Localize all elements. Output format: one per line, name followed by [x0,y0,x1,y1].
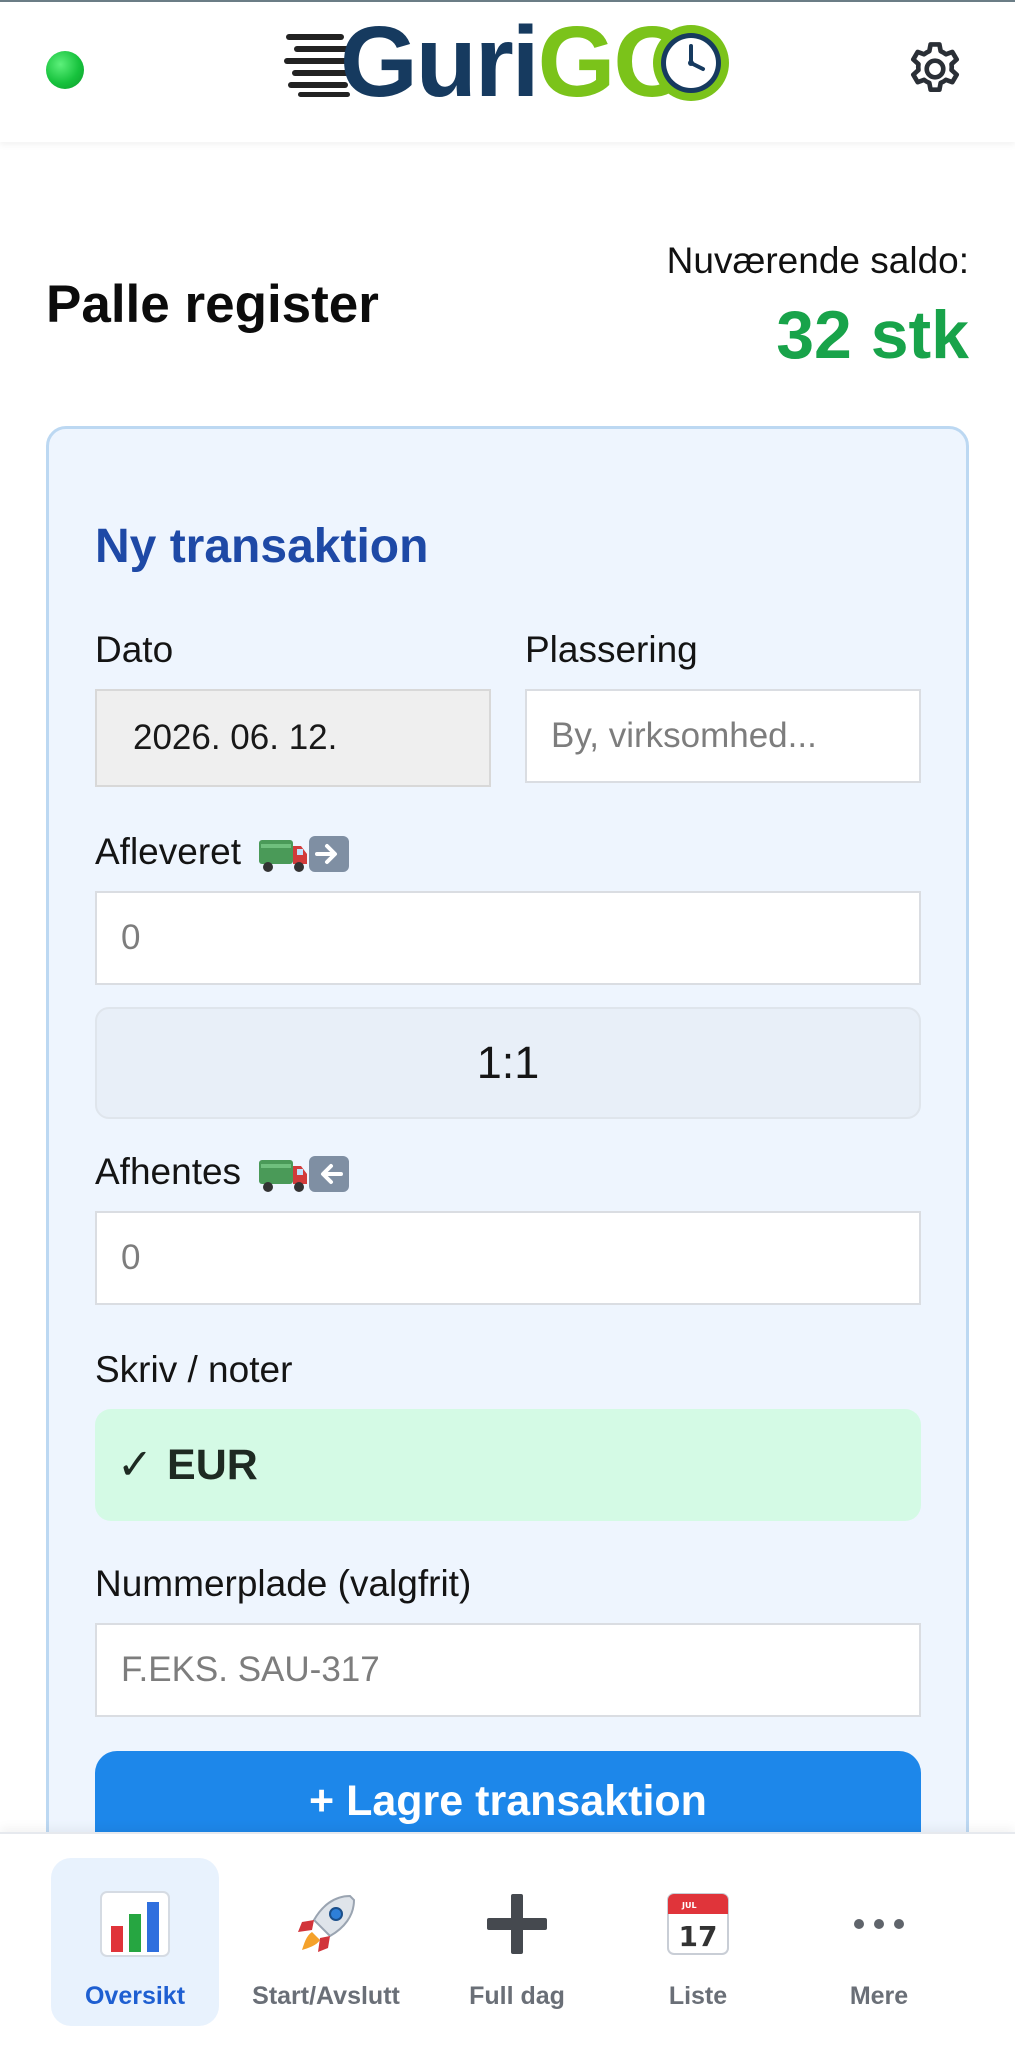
nav-label: Full dag [469,1982,565,2010]
truck-right-icon [259,836,350,873]
check-icon: ✓ [117,1441,154,1489]
bottom-nav: Oversikt Start/Avslutt Full dag JUL 17 L… [0,1832,1015,2048]
nav-item-liste[interactable]: JUL 17 Liste [614,1858,782,2026]
delivered-label: Afleveret [95,831,351,874]
pickup-input[interactable]: 0 [95,1211,921,1305]
nav-item-start-avslutt[interactable]: Start/Avslutt [242,1858,410,2026]
truck-left-icon [259,1156,350,1193]
pickup-label: Afhentes [95,1151,351,1194]
transaction-card: Ny transaktion Dato Plassering 2026. 06.… [46,426,969,1906]
nav-label: Mere [849,1982,909,2010]
nav-label: Start/Avslutt [252,1982,400,2010]
gear-icon[interactable] [904,38,966,100]
ratio-toggle-button[interactable]: 1:1 [95,1007,921,1119]
date-field[interactable]: 2026. 06. 12. [95,689,491,787]
date-label: Dato [95,629,174,670]
nav-label: Liste [668,1982,728,2010]
more-icon [854,1919,904,1929]
nav-item-oversikt[interactable]: Oversikt [51,1858,219,2026]
card-title: Ny transaktion [95,520,429,573]
plus-icon [487,1894,547,1954]
svg-text:17: 17 [679,1920,718,1953]
top-bar: GuriGO [0,0,1015,142]
calendar-icon: JUL 17 [667,1893,729,1955]
rocket-icon [298,1894,356,1952]
note-chip-label: EUR [167,1440,258,1489]
nav-item-mere[interactable]: Mere [795,1858,963,2026]
delivered-input[interactable]: 0 [95,891,921,985]
page-title: Palle register [46,275,379,334]
status-indicator-icon [46,51,84,89]
logo-wordmark: GuriGO [340,6,691,118]
svg-text:JUL: JUL [681,1901,697,1910]
location-label: Plassering [525,629,698,670]
note-label: Skriv / noter [95,1349,293,1390]
bar-chart-icon [100,1891,170,1957]
balance-value: 32 stk [776,297,969,373]
plate-label: Nummerplade (valgfrit) [95,1563,472,1604]
nav-item-full-dag[interactable]: Full dag [433,1858,601,2026]
clock-icon [653,25,729,101]
app-logo: GuriGO [284,12,730,112]
nav-label: Oversikt [84,1982,186,2010]
balance-label: Nuværende saldo: [666,240,969,281]
note-chip-eur[interactable]: ✓ EUR [95,1409,921,1521]
location-input[interactable]: By, virksomhed... [525,689,921,783]
plate-input[interactable]: F.EKS. SAU-317 [95,1623,921,1717]
